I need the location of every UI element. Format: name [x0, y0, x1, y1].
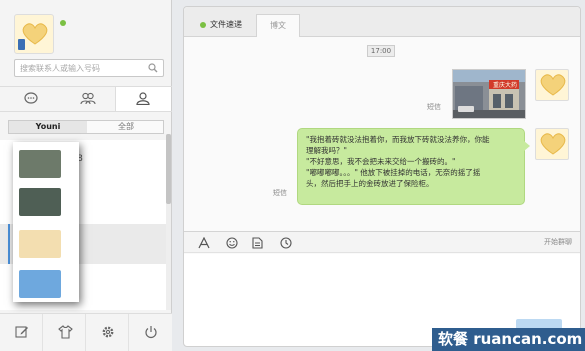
message-timestamp: 17:00 — [367, 45, 395, 57]
emoji-icon[interactable] — [226, 237, 238, 249]
image-message[interactable]: 重庆大药 — [452, 69, 526, 119]
message-line: "不好意思，我不会把未来交给一个搬砖的。" — [306, 157, 456, 166]
contact-panel: 搜索联系人或输入号码 Youni 全部 — [0, 0, 172, 351]
group-icon — [80, 92, 96, 105]
message-line: "我抱着砖就没法抱着你，而我放下砖就没法养你，你能 — [306, 135, 490, 144]
tab-contacts[interactable] — [115, 87, 171, 111]
skin-button[interactable] — [43, 314, 86, 351]
contact-tabs — [0, 86, 172, 112]
font-icon[interactable] — [198, 237, 210, 249]
chat-tabbar: 文件速递 博文 — [184, 7, 580, 37]
sender-avatar[interactable] — [535, 128, 569, 160]
message-line: 头，然后把手上的金砖放进了保险柜。 — [306, 179, 434, 188]
message-line: "嘟嘟嘟嘟。。。" 他放下被挂掉的电话，无奈的摇了摇 — [306, 168, 481, 177]
watermark: 软餐 ruancan.com — [432, 328, 585, 351]
search-placeholder: 搜索联系人或输入号码 — [20, 64, 100, 73]
sender-label: 短信 — [427, 103, 441, 111]
contact-avatar[interactable] — [19, 188, 61, 216]
online-dot-icon — [200, 21, 206, 28]
selection-indicator — [8, 224, 10, 264]
sender-label: 短信 — [273, 189, 287, 197]
sender-avatar[interactable] — [535, 69, 569, 101]
tab-groups[interactable] — [60, 87, 116, 111]
settings-button[interactable] — [86, 314, 129, 351]
contact-avatar[interactable] — [19, 270, 61, 298]
chat-window: 文件速递 博文 17:00 重庆大药 短信 "我抱着砖就没法抱着你，而我放下砖就… — [183, 6, 581, 347]
heart-avatar-image — [540, 74, 566, 96]
power-icon — [145, 326, 157, 339]
chat-icon — [24, 92, 38, 104]
subtab-youni[interactable]: Youni — [9, 121, 87, 133]
contact-subtabs: Youni 全部 — [8, 120, 164, 134]
contact-avatar[interactable] — [19, 230, 61, 258]
file-icon[interactable] — [252, 237, 263, 249]
tab-recent-chats[interactable] — [4, 87, 60, 111]
search-icon[interactable] — [148, 63, 158, 73]
person-icon — [136, 92, 150, 105]
edit-button[interactable] — [0, 314, 43, 351]
storefront-photo: 重庆大药 — [453, 70, 525, 118]
tab-file-transfer-label: 文件速递 — [210, 20, 242, 29]
tab-chat-contact[interactable]: 博文 — [256, 14, 300, 37]
bottom-toolbar — [0, 313, 172, 351]
group-chat-link[interactable]: 开始群聊 — [544, 237, 572, 247]
tab-file-transfer[interactable]: 文件速递 — [192, 14, 256, 37]
contact-avatar-popup — [13, 142, 79, 302]
power-button[interactable] — [129, 314, 172, 351]
scrollbar-thumb[interactable] — [166, 134, 171, 204]
shirt-icon — [58, 325, 73, 339]
tab-contact-label: 博文 — [270, 21, 286, 30]
edit-icon — [15, 326, 28, 338]
bubble-tail — [524, 141, 530, 151]
text-message[interactable]: "我抱着砖就没法抱着你，而我放下砖就没法养你，你能 理解我吗？" "不好意思，我… — [297, 128, 530, 205]
store-sign: 重庆大药 — [493, 81, 517, 89]
search-input[interactable]: 搜索联系人或输入号码 — [14, 59, 164, 77]
message-line: 理解我吗？" — [306, 146, 347, 155]
settings-icon — [102, 326, 114, 338]
online-status-icon[interactable] — [60, 20, 66, 26]
contact-avatar[interactable] — [19, 150, 61, 178]
mobile-icon — [18, 39, 25, 50]
clock-icon[interactable] — [280, 237, 292, 249]
compose-toolbar: 开始群聊 — [184, 231, 580, 253]
heart-avatar-image — [22, 23, 48, 45]
subtab-all[interactable]: 全部 — [87, 121, 165, 133]
heart-avatar-image — [540, 133, 566, 155]
contact-scrollbar[interactable] — [166, 134, 171, 310]
